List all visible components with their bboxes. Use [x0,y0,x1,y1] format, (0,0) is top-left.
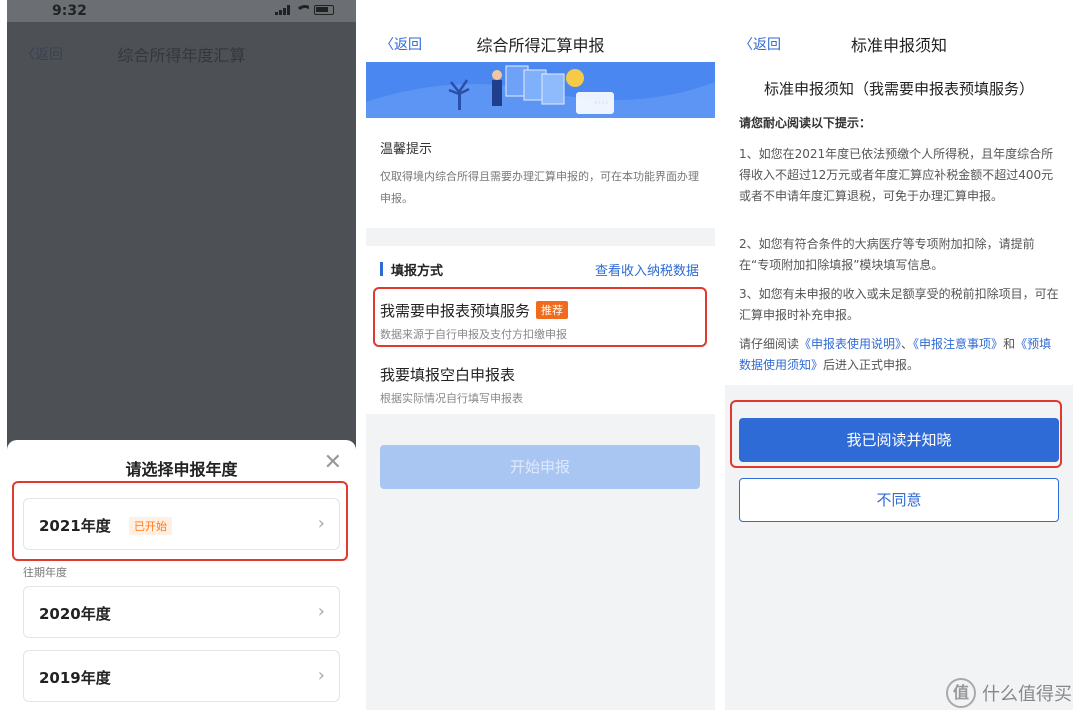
start-filing-button[interactable]: 开始申报 [380,445,700,489]
past-years-label: 往期年度 [23,566,67,579]
year-label: 2021年度 [39,517,111,535]
sheet-title: 请选择申报年度 [125,460,238,479]
nav-bar: 〈返回 综合所得汇算申报 [366,0,715,62]
nav-bar: 〈返回 综合所得年度汇算 [7,22,356,82]
notice-heading: 标准申报须知（我需要申报表预填服务） [763,80,1034,98]
notice-item-2: 2、如您有符合条件的大病医疗等专项附加扣除，请提前在“专项附加扣除填报”模块填写… [739,237,1035,272]
page-title: 标准申报须知 [850,36,947,55]
notice-item-4: 请仔细阅读《申报表使用说明》、《申报注意事项》和《预填数据使用须知》后进入正式申… [739,334,1061,376]
agree-button[interactable]: 我已阅读并知晓 [739,418,1059,462]
nav-bar: 〈返回 标准申报须知 [725,0,1073,62]
tips-title: 温馨提示 [380,142,433,157]
option-subtitle: 根据实际情况自行填写申报表 [380,392,523,405]
tips-body: 仅取得境内综合所得且需要办理汇算申报的，可在本功能界面办理申报。 [380,170,699,205]
option-blank-form[interactable]: 我要填报空白申报表 根据实际情况自行填写申报表 [380,364,700,406]
filing-method-section: 填报方式 查看收入纳税数据 我需要申报表预填服务 推荐 数据来源于自行申报及支付方… [366,246,715,414]
signal-icon [275,5,290,15]
tips-section: 温馨提示 仅取得境内综合所得且需要办理汇算申报的，可在本功能界面办理申报。 [366,118,715,228]
year-label: 2019年度 [39,669,111,687]
wifi-icon [295,5,309,15]
watermark-text: 什么值得买 [982,684,1072,705]
disagree-button[interactable]: 不同意 [739,478,1059,522]
option-title: 我需要申报表预填服务 [380,302,531,320]
recommend-badge: 推荐 [536,301,569,319]
watermark-logo: 值 [946,678,976,708]
status-time: 9:32 [52,3,87,19]
notice-subheading: 请您耐心阅读以下提示： [739,116,872,130]
year-select-sheet: 请选择申报年度 ✕ 2021年度 已开始 › 往期年度 2020年度 › 201… [7,440,356,710]
watermark: 值 什么值得买 [946,678,1072,708]
chevron-right-icon: › [317,665,325,686]
year-option-current[interactable]: 2021年度 已开始 › [23,498,340,550]
option-subtitle: 数据来源于自行申报及支付方扣缴申报 [380,328,567,341]
year-label: 2020年度 [39,605,111,623]
status-badge: 已开始 [129,517,172,535]
panel-filing-method: 〈返回 综合所得汇算申报 ‹‹‹‹ 温馨提示 仅取得境内综合所得且需要办理汇算申… [366,0,715,710]
notice-card: 标准申报须知（我需要申报表预填服务） 请您耐心阅读以下提示： 1、如您在2021… [725,62,1073,385]
page-title: 综合所得汇算申报 [476,36,605,55]
notice-item-3: 3、如您有未申报的收入或未足额享受的税前扣除项目，可在汇算申报时补充申报。 [739,287,1059,322]
status-bar: 9:32 [7,0,356,22]
banner-graphic: ‹‹‹‹ [366,62,715,118]
option-title: 我要填报空白申报表 [380,366,516,384]
system-icons [275,5,334,15]
option-prefill[interactable]: 我需要申报表预填服务 推荐 数据来源于自行申报及支付方扣缴申报 [380,300,700,342]
panel-notice: 〈返回 标准申报须知 标准申报须知（我需要申报表预填服务） 请您耐心阅读以下提示… [725,0,1073,710]
separator: 和 [1003,337,1016,351]
banner-illustration: ‹‹‹‹ [366,62,715,118]
year-option-2020[interactable]: 2020年度 › [23,586,340,638]
svg-text:‹‹‹‹: ‹‹‹‹ [594,98,608,108]
page-title: 综合所得年度汇算 [117,46,246,65]
year-option-2019[interactable]: 2019年度 › [23,650,340,702]
read-suffix: 后进入正式申报。 [823,358,920,372]
chevron-right-icon: › [317,513,325,534]
notice-item-1: 1、如您在2021年度已依法预缴个人所得税，且年度综合所得收入不超过12万元或者… [739,147,1054,203]
section-marker [380,262,383,276]
section-title: 填报方式 [391,264,444,279]
battery-icon [314,5,334,15]
view-income-link[interactable]: 查看收入纳税数据 [595,260,699,279]
read-prefix: 请仔细阅读 [739,337,800,351]
close-icon[interactable]: ✕ [324,450,342,475]
separator: 、 [901,337,914,351]
chevron-right-icon: › [317,601,325,622]
filing-notes-link[interactable]: 《申报注意事项》 [913,337,1003,351]
form-guide-link[interactable]: 《申报表使用说明》 [799,337,901,351]
